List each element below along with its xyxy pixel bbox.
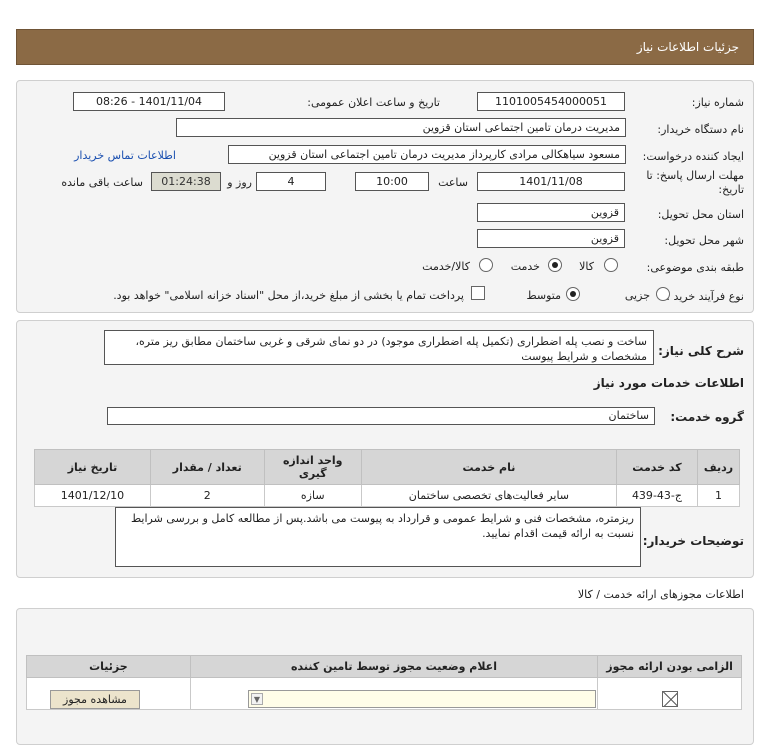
category-radio-goods[interactable] bbox=[604, 258, 618, 272]
page-title: جزئیات اطلاعات نیاز bbox=[636, 40, 739, 54]
buyer-contact-link[interactable]: اطلاعات تماس خریدار bbox=[74, 149, 176, 162]
deadline-time-label: ساعت bbox=[438, 176, 468, 189]
row-number: 1 bbox=[697, 484, 740, 507]
col-status: اعلام وضعیت مجوز توسط تامین کننده bbox=[189, 655, 599, 678]
services-table: ردیف کد خدمت نام خدمت واحد اندازه گیری ت… bbox=[34, 449, 740, 507]
page-header: جزئیات اطلاعات نیاز bbox=[16, 29, 754, 65]
days-field: 4 bbox=[256, 172, 326, 191]
view-license-button[interactable]: مشاهده مجوز bbox=[50, 690, 140, 709]
buyer-notes-label: توضیحات خریدار: bbox=[642, 534, 744, 548]
announce-label: تاریخ و ساعت اعلان عمومی: bbox=[307, 96, 440, 109]
category-label: طبقه بندی موضوعی: bbox=[646, 261, 744, 274]
description-field: ساخت و نصب پله اضطراری (تکمیل پله اضطرار… bbox=[104, 330, 654, 365]
service-group-label: گروه خدمت: bbox=[670, 410, 744, 424]
row-code: ج-43-439 bbox=[615, 484, 699, 507]
announce-field: 1401/11/04 - 08:26 bbox=[73, 92, 225, 111]
row-name: سایر فعالیت‌های تخصصی ساختمان bbox=[360, 484, 617, 507]
deadline-time-field: 10:00 bbox=[355, 172, 429, 191]
col-date: تاریخ نیاز bbox=[34, 449, 151, 485]
chevron-down-icon[interactable]: ▼ bbox=[251, 693, 263, 705]
process-radio-medium[interactable] bbox=[566, 287, 580, 301]
row-date: 1401/12/10 bbox=[34, 484, 151, 507]
buyer-label: نام دستگاه خریدار: bbox=[657, 123, 744, 136]
need-number-label: شماره نیاز: bbox=[691, 96, 744, 109]
license-status-select[interactable]: ▼ bbox=[248, 690, 596, 708]
province-field: قزوین bbox=[477, 203, 625, 222]
licenses-title: اطلاعات مجوزهای ارائه خدمت / کالا bbox=[577, 588, 744, 601]
buyer-field: مدیریت درمان تامین اجتماعی استان قزوین bbox=[176, 118, 626, 137]
col-name: نام خدمت bbox=[360, 449, 617, 485]
licenses-table-header: الزامی بودن ارائه مجوز اعلام وضعیت مجوز … bbox=[26, 655, 742, 678]
col-qty: تعداد / مقدار bbox=[149, 449, 265, 485]
remaining-time-field: 01:24:38 bbox=[151, 172, 221, 191]
city-label: شهر محل تحویل: bbox=[664, 234, 744, 247]
buyer-notes-field: ریزمتره، مشخصات فنی و شرایط عمومی و قرار… bbox=[115, 507, 641, 567]
need-number-field: 1101005454000051 bbox=[477, 92, 625, 111]
process-label: نوع فرآیند خرید : bbox=[666, 290, 744, 303]
category-option-goods-service: کالا/خدمت bbox=[422, 260, 470, 273]
col-required: الزامی بودن ارائه مجوز bbox=[597, 655, 742, 678]
creator-field: مسعود سیاهکالی مرادی کارپرداز مدیریت درم… bbox=[228, 145, 626, 164]
province-label: استان محل تحویل: bbox=[657, 208, 744, 221]
category-radio-service[interactable] bbox=[548, 258, 562, 272]
col-details: جزئیات bbox=[26, 655, 191, 678]
days-label: روز و bbox=[227, 176, 252, 189]
creator-label: ایجاد کننده درخواست: bbox=[642, 150, 744, 163]
col-row: ردیف bbox=[697, 449, 740, 485]
category-radio-goods-service[interactable] bbox=[479, 258, 493, 272]
treasury-note: پرداخت تمام یا بخشی از مبلغ خرید،از محل … bbox=[113, 289, 464, 302]
process-radio-minor[interactable] bbox=[656, 287, 670, 301]
process-option-minor: جزیی bbox=[624, 289, 650, 302]
row-unit: سازه bbox=[263, 484, 362, 507]
deadline-label: مهلت ارسال پاسخ: تا bbox=[646, 169, 744, 182]
treasury-checkbox[interactable] bbox=[471, 286, 485, 300]
deadline-date-label: تاریخ: bbox=[718, 183, 744, 196]
need-info-panel bbox=[16, 80, 754, 313]
city-field: قزوین bbox=[477, 229, 625, 248]
remaining-label: ساعت باقی مانده bbox=[61, 176, 143, 189]
service-group-field: ساختمان bbox=[107, 407, 655, 425]
description-label: شرح کلی نیاز: bbox=[658, 344, 744, 358]
table-row: 1 ج-43-439 سایر فعالیت‌های تخصصی ساختمان… bbox=[34, 484, 740, 507]
col-code: کد خدمت bbox=[615, 449, 699, 485]
row-qty: 2 bbox=[149, 484, 265, 507]
category-option-goods: کالا bbox=[579, 260, 594, 273]
category-option-service: خدمت bbox=[510, 260, 540, 273]
deadline-date-field: 1401/11/08 bbox=[477, 172, 625, 191]
col-unit: واحد اندازه گیری bbox=[263, 449, 362, 485]
services-title: اطلاعات خدمات مورد نیاز bbox=[593, 376, 744, 390]
license-required-checkbox bbox=[662, 691, 678, 707]
services-table-header: ردیف کد خدمت نام خدمت واحد اندازه گیری ت… bbox=[34, 449, 740, 485]
process-option-medium: متوسط bbox=[526, 289, 561, 302]
